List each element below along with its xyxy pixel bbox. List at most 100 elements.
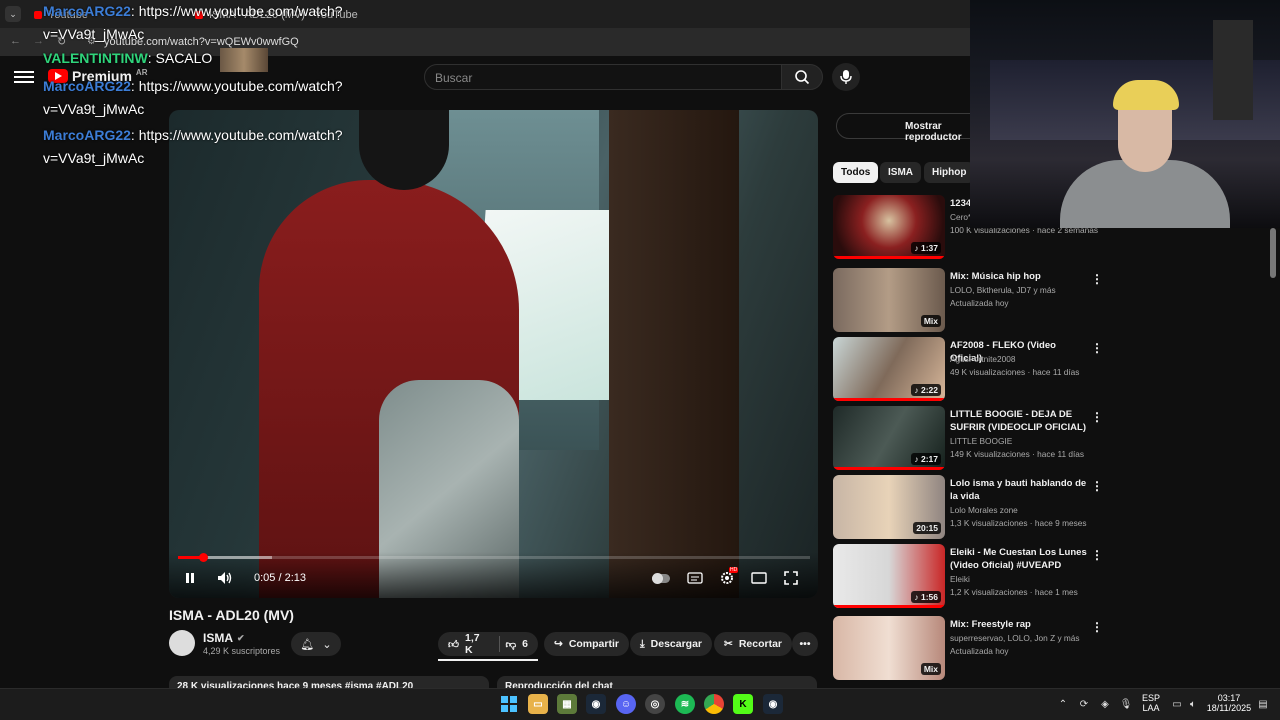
voice-search-button[interactable] — [832, 63, 860, 91]
clip-label: Recortar — [738, 638, 782, 650]
microphone-icon — [840, 70, 852, 84]
chat-username: MarcoARG22 — [43, 78, 131, 94]
recommended-video[interactable]: ♪ 2:17 LITTLE BOOGIE - DEJA DE SUFRIR (V… — [833, 406, 1103, 474]
start-button[interactable] — [499, 694, 519, 714]
subtitles-button[interactable] — [686, 570, 704, 586]
dislike-count: 6 — [522, 638, 528, 650]
more-vertical-icon[interactable]: ⋮ — [1091, 410, 1103, 424]
pause-icon — [186, 573, 194, 583]
chip-todos[interactable]: Todos — [833, 162, 879, 183]
clock[interactable]: 03:17 18/11/2025 — [1206, 693, 1252, 713]
like-button[interactable]: 👍︎ 1,7 K 👎︎ 6 — [438, 632, 538, 656]
sync-icon[interactable]: ⟳ — [1077, 697, 1091, 711]
rec-channel[interactable]: Eleiki — [950, 573, 1100, 586]
discord-icon[interactable]: ☺ — [616, 694, 636, 714]
clip-button[interactable]: ✂ Recortar — [714, 632, 792, 656]
recommended-video[interactable]: ♪ 1:56 Eleiki - Me Cuestan Los Lunes (Vi… — [833, 544, 1103, 612]
steam-icon[interactable]: ◉ — [586, 694, 606, 714]
show-player-button[interactable]: Mostrar reproductor — [836, 113, 986, 143]
network-icon[interactable]: ▭ — [1170, 697, 1184, 711]
rec-title[interactable]: Mix: Música hip hop — [950, 270, 1090, 283]
recommended-video[interactable]: Mix Mix: Música hip hop LOLO, Bktherula,… — [833, 268, 1103, 336]
page-scrollbar[interactable] — [1270, 228, 1276, 278]
tab-list-chevron-icon[interactable]: ⌄ — [5, 6, 21, 22]
obs-icon[interactable]: ◎ — [645, 694, 665, 714]
webcam-streamer-cap — [1113, 80, 1179, 110]
video-thumbnail[interactable]: ♪ 1:56 — [833, 544, 945, 608]
thumbs-down-icon[interactable]: 👎︎ — [505, 638, 516, 651]
more-vertical-icon[interactable]: ⋮ — [1091, 548, 1103, 562]
rec-title[interactable]: Eleiki - Me Cuestan Los Lunes (Video Ofi… — [950, 546, 1090, 572]
chevron-down-icon: ⌄ — [322, 638, 332, 651]
volume-icon — [218, 572, 232, 584]
steam-icon-2[interactable]: ◉ — [763, 694, 783, 714]
chrome-icon[interactable] — [704, 694, 724, 714]
chevron-up-icon[interactable]: ⌃ — [1056, 697, 1070, 711]
rec-channel[interactable]: LOLO, Bktherula, JD7 y más — [950, 284, 1100, 297]
rec-channel[interactable]: superreservao, LOLO, Jon Z y más — [950, 632, 1100, 645]
video-thumbnail[interactable]: Mix — [833, 616, 945, 680]
minecraft-icon[interactable]: ▦ — [557, 694, 577, 714]
pause-button[interactable] — [181, 570, 199, 586]
recommended-video[interactable]: ♪ 2:22 AF2008 - FLEKO (Video Oficial) Ag… — [833, 337, 1103, 405]
rec-channel[interactable]: Lolo Morales zone — [950, 504, 1100, 517]
rec-channel[interactable]: AgusFortnite2008 — [950, 353, 1100, 366]
notification-bell-button[interactable]: 🔔︎ ⌄ — [291, 632, 341, 656]
rec-channel[interactable]: LITTLE BOOGIE — [950, 435, 1100, 448]
fullscreen-button[interactable] — [782, 570, 800, 586]
like-count: 1,7 K — [464, 632, 480, 656]
chat-text: https://www.youtube.com/watch? — [134, 78, 343, 94]
recommended-video[interactable]: Mix Mix: Freestyle rap superreservao, LO… — [833, 616, 1103, 684]
download-button[interactable]: ⤓ Descargar — [630, 632, 713, 656]
language-indicator[interactable]: ESP LAA — [1142, 693, 1160, 713]
quality-badge: HD — [729, 567, 739, 573]
file-explorer-icon[interactable]: ▭ — [528, 694, 548, 714]
windows-logo-icon — [501, 696, 517, 712]
channel-name[interactable]: ISMA ✔ — [203, 631, 245, 645]
kick-icon[interactable]: K — [733, 694, 753, 714]
chip-isma[interactable]: ISMA — [880, 162, 921, 183]
chat-emote — [220, 48, 268, 72]
video-thumbnail[interactable]: ♪ 2:22 — [833, 337, 945, 401]
settings-button[interactable]: HD — [718, 567, 739, 586]
time-display: 0:05 / 2:13 — [254, 572, 306, 584]
rec-title[interactable]: Lolo isma y bauti hablando de la vida — [950, 477, 1090, 503]
video-player[interactable] — [169, 110, 818, 598]
microphone-tray-icon[interactable]: 🎙︎ — [1119, 697, 1133, 711]
rec-title[interactable]: Mix: Freestyle rap — [950, 618, 1090, 631]
theater-mode-button[interactable] — [750, 570, 768, 586]
channel-avatar[interactable] — [169, 630, 195, 656]
more-actions-button[interactable]: ••• — [792, 632, 818, 656]
search-button[interactable] — [781, 64, 823, 90]
video-thumbnail[interactable]: Mix — [833, 268, 945, 332]
video-thumbnail[interactable]: ♪ 2:17 — [833, 406, 945, 470]
recommended-video[interactable]: 20:15 Lolo isma y bauti hablando de la v… — [833, 475, 1103, 543]
shield-icon[interactable]: ◈ — [1098, 697, 1112, 711]
volume-button[interactable] — [216, 570, 234, 586]
chat-text: https://www.youtube.com/watch? — [134, 3, 343, 19]
back-arrow-icon[interactable]: ← — [10, 35, 21, 47]
chat-text-cont: v=VVa9t_jMwAc — [43, 26, 145, 42]
video-thumbnail[interactable]: 20:15 — [833, 475, 945, 539]
progress-track[interactable] — [178, 556, 810, 559]
chat-text-cont: v=VVa9t_jMwAc — [43, 101, 145, 117]
more-vertical-icon[interactable]: ⋮ — [1091, 479, 1103, 493]
share-button[interactable]: ↪ Compartir — [544, 632, 629, 656]
more-vertical-icon[interactable]: ⋮ — [1091, 620, 1103, 634]
more-vertical-icon[interactable]: ⋮ — [1091, 341, 1103, 355]
speaker-icon[interactable]: 🔈︎ — [1186, 697, 1200, 711]
search-input[interactable]: Buscar — [424, 64, 782, 90]
rec-title[interactable]: LITTLE BOOGIE - DEJA DE SUFRIR (VIDEOCLI… — [950, 408, 1090, 434]
chat-message: MarcoARG22: https://www.youtube.com/watc… — [43, 3, 343, 42]
progress-scrubber-handle[interactable] — [199, 553, 208, 562]
channel-name-text: ISMA — [203, 631, 233, 645]
duration-badge: Mix — [920, 315, 941, 327]
video-thumbnail[interactable]: ♪ 1:37 — [833, 195, 945, 259]
spotify-icon[interactable]: ≋ — [675, 694, 695, 714]
more-vertical-icon[interactable]: ⋮ — [1091, 272, 1103, 286]
notification-icon[interactable]: ▤ — [1256, 697, 1270, 711]
autoplay-toggle[interactable] — [652, 570, 670, 586]
hamburger-menu-icon[interactable] — [14, 68, 34, 84]
youtube-favicon-icon — [34, 11, 42, 19]
chip-hiphop[interactable]: Hiphop — [924, 162, 975, 183]
